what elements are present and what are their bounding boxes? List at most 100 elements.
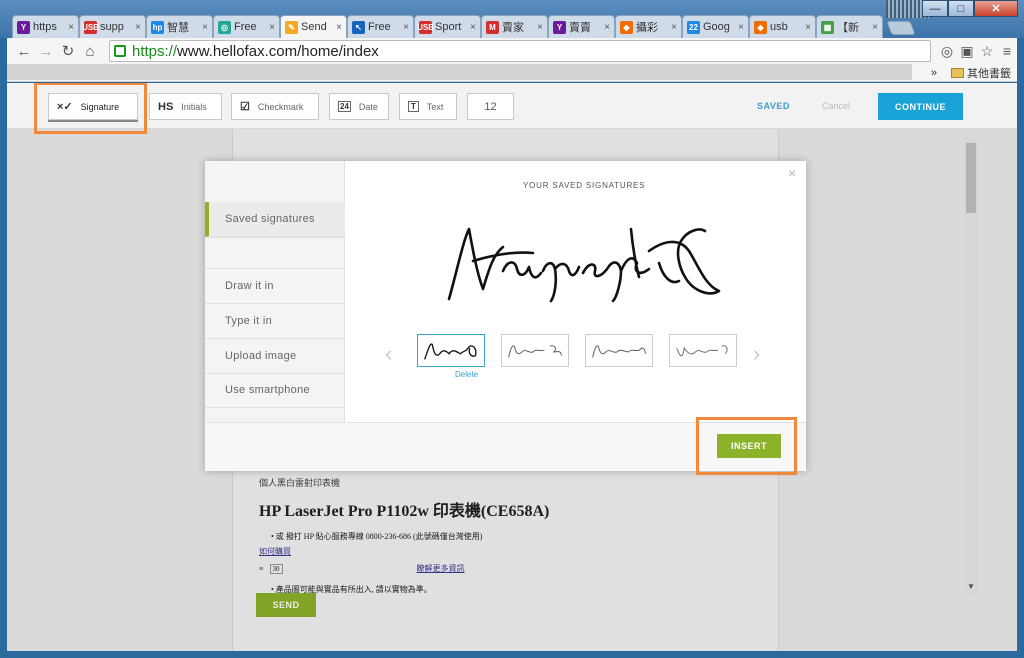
browser-tab[interactable]: hp 智慧 × bbox=[146, 15, 213, 38]
signature-thumbnail[interactable] bbox=[585, 334, 653, 367]
reload-icon[interactable]: ↻ bbox=[57, 40, 79, 62]
delete-signature-link[interactable]: Delete bbox=[455, 370, 478, 379]
bookmark-star-icon[interactable]: ☆ bbox=[977, 43, 997, 60]
tab-close-icon[interactable]: × bbox=[872, 22, 878, 33]
checkmark-tool-button[interactable]: ☑ Checkmark bbox=[231, 93, 319, 120]
date-tool-button[interactable]: 24 Date bbox=[329, 93, 389, 120]
browser-tab[interactable]: ↖ Free × bbox=[347, 15, 414, 38]
tab-label: https bbox=[33, 21, 57, 33]
signature-thumbnail[interactable] bbox=[669, 334, 737, 367]
tab-close-icon[interactable]: × bbox=[537, 22, 543, 33]
forward-arrow-icon[interactable]: → bbox=[35, 40, 57, 62]
menu-spacer bbox=[205, 237, 345, 269]
tab-label: 【新 bbox=[837, 22, 859, 34]
favicon-icon: ◆ bbox=[754, 20, 767, 34]
tab-label: 攝彩 bbox=[636, 22, 658, 34]
favicon-icon: ✎ bbox=[285, 20, 298, 34]
menu-draw-it-in[interactable]: Draw it in bbox=[205, 269, 345, 304]
signature-thumbnail-selected[interactable] bbox=[417, 334, 485, 367]
browser-tab[interactable]: USB Sport × bbox=[414, 15, 481, 38]
bookmarks-overflow-icon[interactable]: » bbox=[931, 67, 937, 79]
favicon-icon: ◎ bbox=[218, 20, 231, 34]
tab-close-icon[interactable]: × bbox=[738, 22, 744, 33]
menu-upload-image[interactable]: Upload image bbox=[205, 339, 345, 374]
favicon-icon: ↖ bbox=[352, 20, 365, 34]
browser-tab[interactable]: ◆ 攝彩 × bbox=[615, 15, 682, 38]
address-bar[interactable]: https://www.hellofax.com/home/index bbox=[109, 40, 931, 62]
favicon-icon: ◆ bbox=[620, 20, 633, 34]
tab-close-icon[interactable]: × bbox=[671, 22, 677, 33]
browser-tab[interactable]: ✎ Send × bbox=[280, 15, 347, 38]
browser-titlebar: Yhttps × USB supp × hp 智慧 × ◎ Free × ✎ Send × ↖ Free × US… bbox=[0, 0, 1024, 38]
new-tab-button[interactable] bbox=[886, 21, 916, 35]
home-icon[interactable]: ⌂ bbox=[79, 40, 101, 62]
browser-tab[interactable]: USB supp × bbox=[79, 15, 146, 38]
tab-close-icon[interactable]: × bbox=[604, 22, 610, 33]
tab-close-icon[interactable]: × bbox=[202, 22, 208, 33]
browser-tab[interactable]: ◎ Free × bbox=[213, 15, 280, 38]
close-icon[interactable]: × bbox=[788, 165, 796, 181]
tab-close-icon[interactable]: × bbox=[336, 22, 342, 33]
tab-strip: Yhttps × USB supp × hp 智慧 × ◎ Free × ✎ Send × ↖ Free × US… bbox=[12, 15, 916, 38]
tab-close-icon[interactable]: × bbox=[403, 22, 409, 33]
checkmark-tool-label: Checkmark bbox=[257, 101, 304, 112]
translate-icon[interactable]: ◎ bbox=[937, 43, 957, 60]
browser-tab[interactable]: Yhttps × bbox=[12, 15, 79, 38]
tab-close-icon[interactable]: × bbox=[805, 22, 811, 33]
tab-close-icon[interactable]: × bbox=[135, 22, 141, 33]
initials-icon: HS bbox=[158, 100, 174, 113]
date-tool-label: Date bbox=[358, 101, 378, 112]
browser-tab[interactable]: Y 賣賣 × bbox=[548, 15, 615, 38]
modal-title: YOUR SAVED SIGNATURES bbox=[523, 181, 646, 190]
minimize-button[interactable]: — bbox=[922, 0, 948, 17]
browser-tab[interactable]: ▦ 【新 × bbox=[816, 15, 883, 38]
browser-tab[interactable]: ◆ usb × bbox=[749, 15, 816, 38]
tab-label: Free bbox=[368, 21, 391, 33]
calendar-icon: 24 bbox=[338, 101, 351, 112]
menu-type-it-in[interactable]: Type it in bbox=[205, 304, 345, 339]
tab-label: Free bbox=[234, 21, 257, 33]
signature-thumbnail[interactable] bbox=[501, 334, 569, 367]
menu-icon[interactable]: ≡ bbox=[997, 43, 1017, 60]
previous-arrow-icon[interactable]: ‹ bbox=[385, 341, 392, 367]
close-window-button[interactable]: ✕ bbox=[974, 0, 1018, 17]
back-arrow-icon[interactable]: ← bbox=[13, 40, 35, 62]
browser-tab[interactable]: M 賣家 × bbox=[481, 15, 548, 38]
signature-highlight-box bbox=[34, 83, 147, 134]
favicon-icon: ▦ bbox=[821, 20, 834, 34]
bookmarks-bar-empty bbox=[7, 64, 912, 80]
text-icon: T bbox=[408, 101, 419, 112]
tab-label: 賣賣 bbox=[569, 22, 591, 34]
extension-icon[interactable]: ▣ bbox=[957, 43, 977, 60]
tab-label: 賣家 bbox=[502, 22, 524, 34]
tab-close-icon[interactable]: × bbox=[269, 22, 275, 33]
selected-signature-preview bbox=[447, 227, 721, 303]
tab-close-icon[interactable]: × bbox=[470, 22, 476, 33]
tab-label: Sport bbox=[435, 21, 462, 33]
tab-close-icon[interactable]: × bbox=[68, 22, 74, 33]
insert-highlight-box bbox=[696, 417, 797, 475]
text-tool-label: Text bbox=[426, 101, 444, 112]
browser-tab[interactable]: 22 Goog × bbox=[682, 15, 749, 38]
browser-toolbar: ← → ↻ ⌂ https://www.hellofax.com/home/in… bbox=[7, 38, 1017, 64]
font-size-field[interactable]: 12 bbox=[467, 93, 514, 120]
favicon-icon: USB bbox=[417, 20, 434, 34]
menu-use-smartphone[interactable]: Use smartphone bbox=[205, 373, 345, 408]
favicon-icon: Y bbox=[17, 20, 30, 34]
favicon-icon: 22 bbox=[687, 20, 700, 34]
editor-toolbar: ×✓ Signature HS Initials ☑ Checkmark 24 … bbox=[7, 83, 1017, 134]
next-arrow-icon[interactable]: › bbox=[753, 341, 760, 367]
saved-status: SAVED bbox=[757, 101, 790, 111]
menu-saved-signatures[interactable]: Saved signatures bbox=[205, 202, 345, 237]
cancel-link[interactable]: Cancel bbox=[822, 101, 850, 111]
continue-button[interactable]: CONTINUE bbox=[878, 93, 963, 120]
tab-label: usb bbox=[770, 21, 788, 33]
other-bookmarks-folder[interactable]: 其他書籤 bbox=[951, 65, 1011, 81]
maximize-button[interactable]: □ bbox=[948, 0, 974, 17]
window-controls: — □ ✕ bbox=[922, 0, 1018, 17]
initials-tool-button[interactable]: HS Initials bbox=[149, 93, 222, 120]
lock-icon bbox=[114, 45, 126, 57]
url-scheme: https:// bbox=[132, 42, 178, 60]
folder-icon bbox=[951, 67, 964, 78]
text-tool-button[interactable]: T Text bbox=[399, 93, 457, 120]
